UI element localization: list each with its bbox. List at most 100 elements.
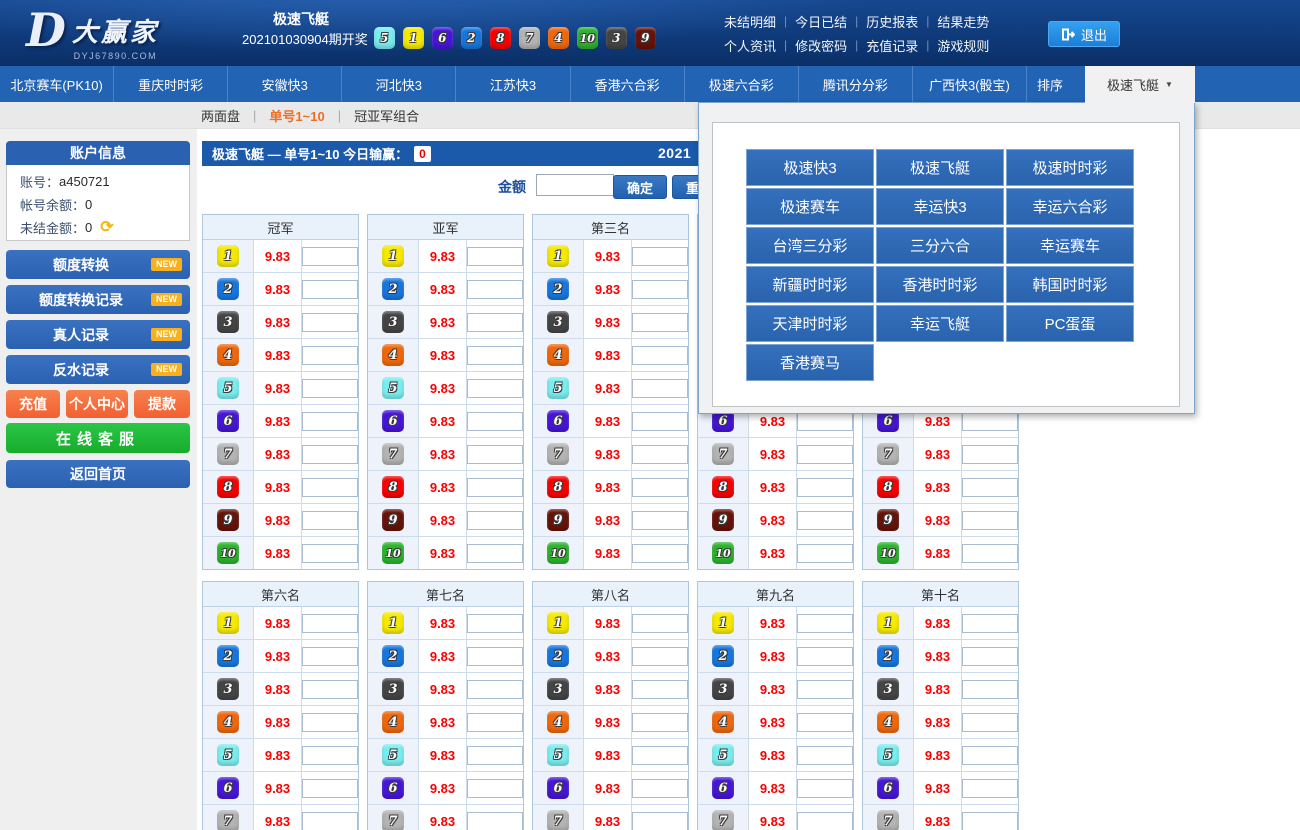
bet-amount-input[interactable] [467, 445, 523, 464]
dropdown-game-button[interactable]: PC蛋蛋 [1006, 305, 1134, 342]
bet-amount-input[interactable] [962, 445, 1018, 464]
bet-amount-input[interactable] [302, 346, 358, 365]
nav-tab[interactable]: 香港六合彩 [570, 66, 684, 102]
bet-amount-input[interactable] [302, 812, 358, 830]
bet-amount-input[interactable] [797, 478, 853, 497]
bet-amount-input[interactable] [302, 478, 358, 497]
bet-amount-input[interactable] [797, 812, 853, 830]
back-home-button[interactable]: 返回首页 [6, 460, 190, 488]
bet-amount-input[interactable] [962, 511, 1018, 530]
bet-amount-input[interactable] [632, 313, 688, 332]
sidebar-menu-button[interactable]: 真人记录NEW [6, 320, 190, 349]
sidebar-menu-button[interactable]: 额度转换记录NEW [6, 285, 190, 314]
bet-amount-input[interactable] [632, 713, 688, 732]
bet-amount-input[interactable] [962, 779, 1018, 798]
bet-amount-input[interactable] [302, 247, 358, 266]
bet-amount-input[interactable] [302, 445, 358, 464]
top-menu-item[interactable]: 修改密码 [787, 36, 855, 55]
bet-amount-input[interactable] [632, 680, 688, 699]
dropdown-game-button[interactable]: 极速赛车 [746, 188, 874, 225]
bet-amount-input[interactable] [467, 511, 523, 530]
sidebar-action-button[interactable]: 充值 [6, 390, 60, 418]
online-service-button[interactable]: 在线客服 [6, 423, 190, 453]
bet-amount-input[interactable] [632, 247, 688, 266]
bet-amount-input[interactable] [962, 544, 1018, 563]
bet-amount-input[interactable] [962, 746, 1018, 765]
confirm-button[interactable]: 确定 [613, 175, 667, 199]
bet-amount-input[interactable] [632, 812, 688, 830]
bet-amount-input[interactable] [467, 647, 523, 666]
bet-amount-input[interactable] [962, 680, 1018, 699]
top-menu-item[interactable]: 未结明细 [716, 12, 784, 31]
nav-tab[interactable]: 河北快3 [341, 66, 455, 102]
dropdown-game-button[interactable]: 天津时时彩 [746, 305, 874, 342]
dropdown-game-button[interactable]: 新疆时时彩 [746, 266, 874, 303]
dropdown-game-button[interactable]: 极速快3 [746, 149, 874, 186]
bet-amount-input[interactable] [632, 280, 688, 299]
bet-amount-input[interactable] [302, 511, 358, 530]
nav-tab[interactable]: 广西快3(骰宝) [912, 66, 1026, 102]
bet-amount-input[interactable] [467, 379, 523, 398]
dropdown-game-button[interactable]: 幸运快3 [876, 188, 1004, 225]
nav-tab[interactable]: 极速六合彩 [684, 66, 798, 102]
top-menu-item[interactable]: 个人资讯 [716, 36, 784, 55]
top-menu-item[interactable]: 游戏规则 [929, 36, 997, 55]
nav-tab[interactable]: 腾讯分分彩 [798, 66, 912, 102]
bet-amount-input[interactable] [302, 544, 358, 563]
dropdown-game-button[interactable]: 极速时时彩 [1006, 149, 1134, 186]
bet-amount-input[interactable] [467, 779, 523, 798]
bet-amount-input[interactable] [962, 478, 1018, 497]
bet-amount-input[interactable] [467, 680, 523, 699]
nav-tab[interactable]: 北京赛车(PK10) [0, 66, 113, 102]
bet-amount-input[interactable] [467, 544, 523, 563]
bet-amount-input[interactable] [467, 713, 523, 732]
dropdown-game-button[interactable]: 台湾三分彩 [746, 227, 874, 264]
bet-amount-input[interactable] [962, 412, 1018, 431]
dropdown-game-button[interactable]: 韩国时时彩 [1006, 266, 1134, 303]
bet-amount-input[interactable] [962, 812, 1018, 830]
bet-amount-input[interactable] [797, 544, 853, 563]
bet-amount-input[interactable] [302, 713, 358, 732]
bet-amount-input[interactable] [632, 511, 688, 530]
bet-amount-input[interactable] [632, 379, 688, 398]
amount-input[interactable] [536, 174, 614, 196]
subnav-item[interactable]: 单号1~10 [269, 106, 324, 125]
bet-amount-input[interactable] [467, 614, 523, 633]
dropdown-game-button[interactable]: 香港赛马 [746, 344, 874, 381]
dropdown-game-button[interactable]: 极速飞艇 [876, 149, 1004, 186]
bet-amount-input[interactable] [302, 746, 358, 765]
logout-button[interactable]: 退出 [1048, 21, 1120, 47]
nav-tab-clipped[interactable]: 排序 [1026, 66, 1085, 102]
bet-amount-input[interactable] [302, 614, 358, 633]
bet-amount-input[interactable] [797, 779, 853, 798]
sidebar-menu-button[interactable]: 额度转换NEW [6, 250, 190, 279]
bet-amount-input[interactable] [962, 614, 1018, 633]
bet-amount-input[interactable] [797, 614, 853, 633]
nav-tab[interactable]: 安徽快3 [227, 66, 341, 102]
bet-amount-input[interactable] [797, 647, 853, 666]
dropdown-game-button[interactable]: 幸运赛车 [1006, 227, 1134, 264]
bet-amount-input[interactable] [797, 713, 853, 732]
bet-amount-input[interactable] [467, 313, 523, 332]
nav-tab-active[interactable]: 极速飞艇 ▼ [1085, 66, 1195, 103]
sidebar-menu-button[interactable]: 反水记录NEW [6, 355, 190, 384]
refresh-icon[interactable]: ⟳ [100, 221, 113, 235]
subnav-item[interactable]: 冠亚军组合 [354, 106, 419, 125]
bet-amount-input[interactable] [962, 713, 1018, 732]
bet-amount-input[interactable] [797, 412, 853, 431]
bet-amount-input[interactable] [632, 478, 688, 497]
dropdown-game-button[interactable]: 三分六合 [876, 227, 1004, 264]
bet-amount-input[interactable] [962, 647, 1018, 666]
bet-amount-input[interactable] [467, 478, 523, 497]
bet-amount-input[interactable] [302, 412, 358, 431]
bet-amount-input[interactable] [467, 746, 523, 765]
bet-amount-input[interactable] [632, 544, 688, 563]
nav-tab[interactable]: 重庆时时彩 [113, 66, 227, 102]
bet-amount-input[interactable] [632, 779, 688, 798]
bet-amount-input[interactable] [632, 346, 688, 365]
bet-amount-input[interactable] [797, 445, 853, 464]
bet-amount-input[interactable] [632, 445, 688, 464]
subnav-item[interactable]: 两面盘 [201, 106, 240, 125]
bet-amount-input[interactable] [797, 746, 853, 765]
bet-amount-input[interactable] [632, 614, 688, 633]
